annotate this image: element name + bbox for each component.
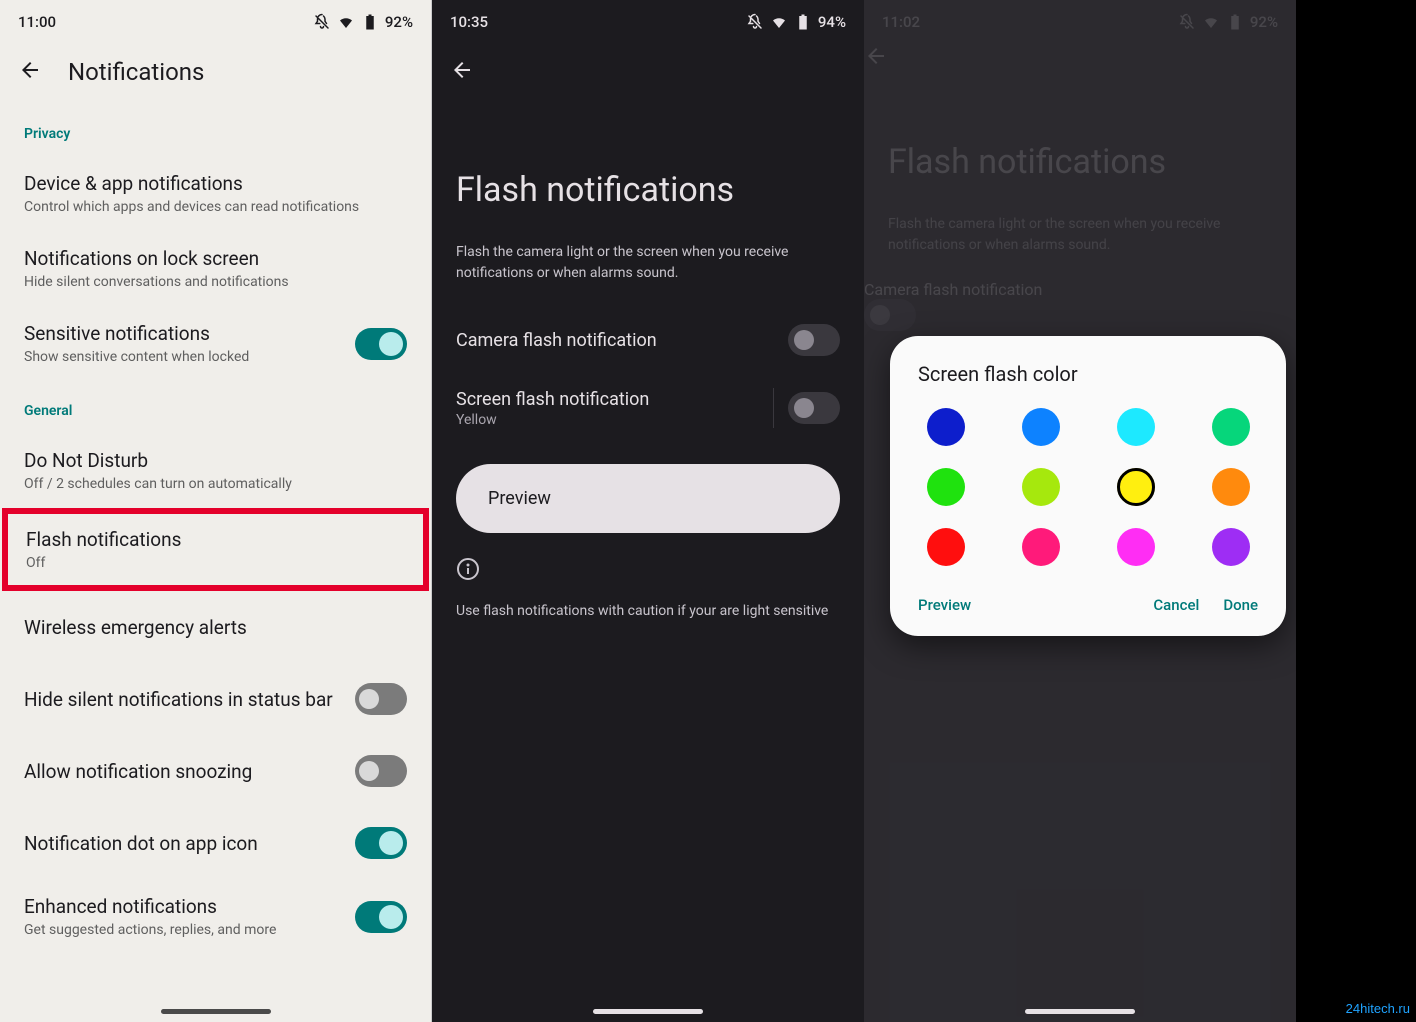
dialog-done-button[interactable]: Done (1223, 596, 1258, 614)
status-bar: 10:35 94% (432, 0, 864, 44)
settings-list[interactable]: Privacy Device & app notifications Contr… (0, 100, 431, 954)
back-icon[interactable] (450, 58, 474, 86)
toggle-notification-dot[interactable] (355, 827, 407, 859)
row-title: Device & app notifications (24, 172, 359, 195)
color-swatch-9[interactable] (1022, 528, 1060, 566)
nav-pill[interactable] (593, 1009, 703, 1014)
toggle-screen-flash[interactable] (788, 392, 840, 424)
status-icons: 94% (746, 13, 846, 31)
color-swatch-11[interactable] (1212, 528, 1250, 566)
color-swatch-4[interactable] (927, 468, 965, 506)
row-hide-silent-statusbar[interactable]: Hide silent notifications in status bar (0, 663, 431, 735)
status-bar: 11:00 92% (0, 0, 431, 44)
section-general: General (0, 381, 431, 433)
color-swatch-8[interactable] (927, 528, 965, 566)
dialog-title: Screen flash color (918, 362, 1258, 386)
wifi-icon (770, 13, 788, 31)
battery-icon (361, 13, 379, 31)
row-lock-screen-notifications[interactable]: Notifications on lock screen Hide silent… (0, 231, 431, 306)
row-device-app-notifications[interactable]: Device & app notifications Control which… (0, 156, 431, 231)
row-screen-flash[interactable]: Screen flash notification Yellow (432, 372, 864, 444)
row-sub: Yellow (456, 412, 649, 428)
dnd-bell-off-icon (746, 13, 764, 31)
row-title: Camera flash notification (456, 330, 657, 351)
row-camera-flash[interactable]: Camera flash notification (432, 308, 864, 372)
dnd-bell-off-icon (313, 13, 331, 31)
row-sub: Get suggested actions, replies, and more (24, 922, 276, 938)
screen-flash-color-dialog: Screen flash color Preview Cancel Done (890, 336, 1286, 636)
row-title: Flash notifications (26, 528, 181, 551)
back-icon[interactable] (18, 58, 42, 86)
page-title: Flash notifications (432, 100, 864, 234)
dialog-cancel-button[interactable]: Cancel (1153, 596, 1199, 614)
row-title: Notifications on lock screen (24, 247, 289, 270)
caution-text: Use flash notifications with caution if … (432, 593, 864, 629)
app-bar (432, 44, 864, 100)
color-swatch-6[interactable] (1117, 468, 1155, 506)
color-swatch-10[interactable] (1117, 528, 1155, 566)
page-description: Flash the camera light or the screen whe… (432, 234, 864, 308)
toggle-hide-silent[interactable] (355, 683, 407, 715)
clock: 10:35 (450, 13, 488, 31)
color-swatch-7[interactable] (1212, 468, 1250, 506)
row-sensitive-notifications[interactable]: Sensitive notifications Show sensitive c… (0, 306, 431, 381)
page-title: Notifications (68, 58, 204, 86)
color-grid (918, 408, 1258, 566)
toggle-snoozing[interactable] (355, 755, 407, 787)
color-swatch-3[interactable] (1212, 408, 1250, 446)
dialog-preview-button[interactable]: Preview (918, 596, 971, 614)
row-title: Do Not Disturb (24, 449, 292, 472)
divider (773, 388, 774, 428)
row-allow-snoozing[interactable]: Allow notification snoozing (0, 735, 431, 807)
row-title: Notification dot on app icon (24, 832, 258, 855)
row-do-not-disturb[interactable]: Do Not Disturb Off / 2 schedules can tur… (0, 433, 431, 508)
toggle-enhanced[interactable] (355, 901, 407, 933)
phone-flash-notifications: 10:35 94% Flash notifications Flash the … (432, 0, 864, 1022)
row-notification-dot[interactable]: Notification dot on app icon (0, 807, 431, 879)
row-sub: Off / 2 schedules can turn on automatica… (24, 476, 292, 492)
battery-percent: 94% (818, 13, 846, 31)
row-sub: Hide silent conversations and notificati… (24, 274, 289, 290)
row-title: Hide silent notifications in status bar (24, 688, 333, 711)
info-icon (456, 557, 840, 585)
toggle-camera-flash[interactable] (788, 324, 840, 356)
row-sub: Show sensitive content when locked (24, 349, 249, 365)
row-flash-notifications[interactable]: Flash notifications Off (2, 508, 429, 591)
nav-pill[interactable] (1025, 1009, 1135, 1014)
preview-button[interactable]: Preview (456, 464, 840, 533)
row-enhanced-notifications[interactable]: Enhanced notifications Get suggested act… (0, 879, 431, 954)
row-title: Wireless emergency alerts (24, 616, 247, 639)
button-label: Preview (488, 488, 551, 509)
wifi-icon (337, 13, 355, 31)
section-privacy: Privacy (0, 104, 431, 156)
phone-flash-color-dialog: 11:02 92% Flash notifications Flash the … (864, 0, 1296, 1022)
row-wireless-emergency-alerts[interactable]: Wireless emergency alerts (0, 591, 431, 663)
row-title: Screen flash notification (456, 389, 649, 410)
battery-percent: 92% (385, 13, 413, 31)
color-swatch-1[interactable] (1022, 408, 1060, 446)
nav-pill[interactable] (161, 1009, 271, 1014)
phone-notifications-settings: 11:00 92% Notifications Privacy Device &… (0, 0, 432, 1022)
color-swatch-5[interactable] (1022, 468, 1060, 506)
color-swatch-0[interactable] (927, 408, 965, 446)
row-title: Sensitive notifications (24, 322, 249, 345)
row-title: Allow notification snoozing (24, 760, 252, 783)
battery-icon (794, 13, 812, 31)
dialog-actions: Preview Cancel Done (918, 596, 1258, 614)
row-sub: Off (26, 555, 181, 571)
status-icons: 92% (313, 13, 413, 31)
color-swatch-2[interactable] (1117, 408, 1155, 446)
row-title: Enhanced notifications (24, 895, 276, 918)
watermark: 24hitech.ru (1346, 1001, 1410, 1016)
toggle-sensitive[interactable] (355, 328, 407, 360)
app-bar: Notifications (0, 44, 431, 100)
clock: 11:00 (18, 13, 56, 31)
row-sub: Control which apps and devices can read … (24, 199, 359, 215)
